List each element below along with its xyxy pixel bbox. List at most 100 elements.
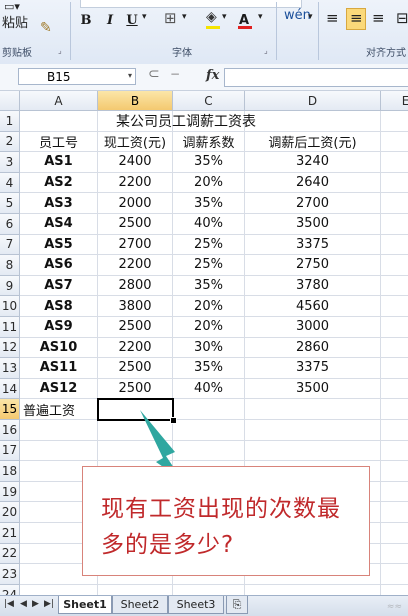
row-header-17[interactable]: 17: [0, 440, 20, 462]
row-header-21[interactable]: 21: [0, 523, 20, 544]
formula-dropdown-icon[interactable]: −: [170, 67, 180, 81]
value-cell[interactable]: 3500: [245, 214, 381, 235]
value-cell[interactable]: 3500: [245, 378, 381, 400]
cell[interactable]: [381, 193, 408, 214]
cell[interactable]: [245, 399, 381, 420]
cell[interactable]: [381, 441, 408, 462]
row-header-9[interactable]: 9: [0, 275, 20, 297]
next-sheet-icon[interactable]: ▶: [32, 599, 39, 609]
cell[interactable]: [381, 379, 408, 400]
value-cell[interactable]: 2640: [245, 172, 381, 194]
cell[interactable]: [381, 461, 408, 482]
value-cell[interactable]: 35%: [173, 152, 245, 173]
value-cell[interactable]: 25%: [173, 255, 245, 276]
insert-sheet-icon[interactable]: ⎘: [226, 596, 248, 614]
cell[interactable]: [245, 420, 381, 441]
cell[interactable]: [381, 564, 408, 585]
value-cell[interactable]: 35%: [173, 193, 245, 214]
employee-id-cell[interactable]: AS12: [20, 378, 98, 400]
row-header-4[interactable]: 4: [0, 172, 20, 194]
row-header-16[interactable]: 16: [0, 420, 20, 441]
value-cell[interactable]: 20%: [173, 317, 245, 338]
row-header-10[interactable]: 10: [0, 296, 20, 317]
value-cell[interactable]: 2700: [98, 234, 173, 256]
employee-id-cell[interactable]: AS1: [20, 152, 98, 173]
value-cell[interactable]: 3800: [98, 296, 173, 317]
header-cell[interactable]: 调薪后工资(元): [245, 131, 381, 153]
value-cell[interactable]: 3375: [245, 358, 381, 379]
row-header-7[interactable]: 7: [0, 234, 20, 256]
clipboard-launcher-icon[interactable]: ⌟: [58, 46, 62, 55]
cell[interactable]: [20, 420, 98, 441]
cell[interactable]: [381, 502, 408, 523]
value-cell[interactable]: 2400: [98, 152, 173, 173]
font-launcher-icon[interactable]: ⌟: [264, 46, 268, 55]
cell[interactable]: [173, 420, 245, 441]
employee-id-cell[interactable]: AS3: [20, 193, 98, 214]
row-header-1[interactable]: 1: [0, 111, 20, 132]
value-cell[interactable]: 2500: [98, 214, 173, 235]
column-header-a[interactable]: A: [20, 91, 98, 111]
value-cell[interactable]: 3240: [245, 152, 381, 173]
value-cell[interactable]: 2200: [98, 337, 173, 359]
cell[interactable]: [381, 152, 408, 173]
cell[interactable]: [381, 235, 408, 256]
fill-handle[interactable]: [170, 417, 177, 424]
employee-id-cell[interactable]: AS5: [20, 234, 98, 256]
row15-label-cell[interactable]: 普遍工资: [20, 399, 98, 420]
value-cell[interactable]: 40%: [173, 214, 245, 235]
value-cell[interactable]: 30%: [173, 337, 245, 359]
cell[interactable]: [98, 420, 173, 441]
value-cell[interactable]: 2200: [98, 172, 173, 194]
cell[interactable]: [381, 276, 408, 297]
value-cell[interactable]: 2500: [98, 317, 173, 338]
employee-id-cell[interactable]: AS10: [20, 337, 98, 359]
row-header-3[interactable]: 3: [0, 152, 20, 173]
italic-button[interactable]: I: [100, 10, 120, 30]
employee-id-cell[interactable]: AS9: [20, 317, 98, 338]
last-sheet-icon[interactable]: ▶|: [44, 599, 54, 609]
name-box[interactable]: B15: [18, 68, 136, 85]
align-right-icon[interactable]: ≡: [372, 9, 385, 27]
row-header-20[interactable]: 20: [0, 502, 20, 523]
align-center-icon[interactable]: ≡: [350, 9, 363, 27]
value-cell[interactable]: 35%: [173, 275, 245, 297]
first-sheet-icon[interactable]: |◀: [4, 599, 14, 609]
cell[interactable]: [381, 544, 408, 565]
employee-id-cell[interactable]: AS7: [20, 275, 98, 297]
cell[interactable]: [381, 523, 408, 544]
row-header-23[interactable]: 23: [0, 564, 20, 585]
underline-button[interactable]: U: [122, 10, 142, 30]
prev-sheet-icon[interactable]: ◀: [20, 599, 27, 609]
value-cell[interactable]: 2000: [98, 193, 173, 214]
value-cell[interactable]: 2860: [245, 337, 381, 359]
value-cell[interactable]: 2700: [245, 193, 381, 214]
employee-id-cell[interactable]: AS11: [20, 358, 98, 379]
cell[interactable]: [245, 440, 381, 462]
tab-sheet2[interactable]: Sheet2: [112, 596, 168, 614]
merge-icon[interactable]: ⊟: [396, 9, 408, 27]
value-cell[interactable]: 20%: [173, 172, 245, 194]
selected-cell-outline[interactable]: [97, 398, 174, 421]
cell[interactable]: [381, 173, 408, 194]
header-cell[interactable]: 调薪系数: [173, 131, 245, 153]
row-header-6[interactable]: 6: [0, 214, 20, 235]
border-dropdown-icon[interactable]: ▾: [182, 12, 187, 22]
value-cell[interactable]: 2200: [98, 255, 173, 276]
row-header-13[interactable]: 13: [0, 358, 20, 379]
employee-id-cell[interactable]: AS2: [20, 172, 98, 194]
cell[interactable]: [98, 440, 173, 462]
row-header-19[interactable]: 19: [0, 481, 20, 503]
cell[interactable]: [20, 584, 98, 595]
cell[interactable]: [173, 440, 245, 462]
value-cell[interactable]: 3780: [245, 275, 381, 297]
value-cell[interactable]: 2750: [245, 255, 381, 276]
cell[interactable]: [381, 338, 408, 359]
cell[interactable]: [245, 584, 381, 595]
header-cell[interactable]: 员工号: [20, 131, 98, 153]
row-header-5[interactable]: 5: [0, 193, 20, 214]
name-box-dropdown-icon[interactable]: ▾: [128, 71, 132, 80]
cell[interactable]: [381, 317, 408, 338]
cell[interactable]: [381, 111, 408, 132]
column-header-d[interactable]: D: [245, 91, 381, 111]
